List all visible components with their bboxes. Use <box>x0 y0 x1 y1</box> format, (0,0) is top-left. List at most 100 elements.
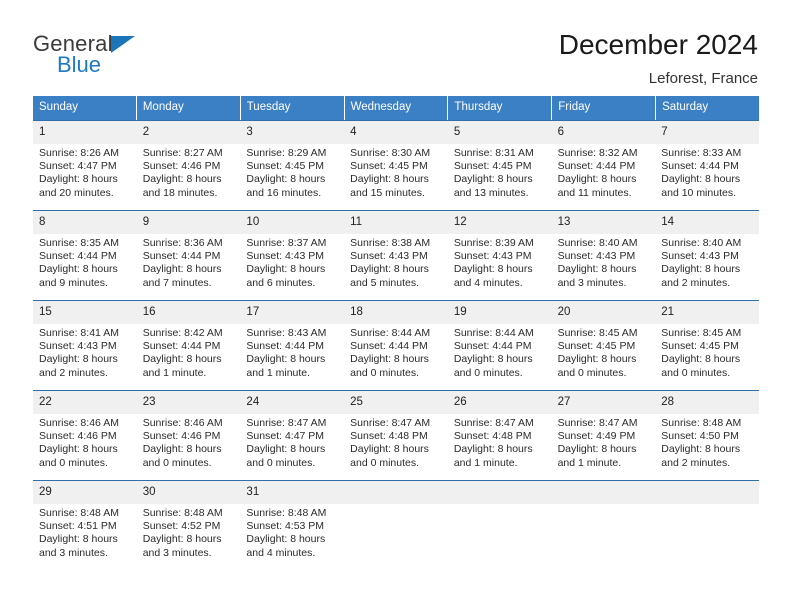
week-row: 29 30 31 Sunrise: 8:48 AM Sunset: 4:51 P… <box>33 480 759 570</box>
day-cell[interactable]: Sunrise: 8:42 AM Sunset: 4:44 PM Dayligh… <box>137 324 241 390</box>
day-cell[interactable]: Sunrise: 8:35 AM Sunset: 4:44 PM Dayligh… <box>33 234 137 300</box>
day-cell[interactable]: Sunrise: 8:45 AM Sunset: 4:45 PM Dayligh… <box>552 324 656 390</box>
day-cell[interactable]: Sunrise: 8:37 AM Sunset: 4:43 PM Dayligh… <box>240 234 344 300</box>
day-number[interactable]: 9 <box>137 211 241 234</box>
day-cell[interactable]: Sunrise: 8:47 AM Sunset: 4:49 PM Dayligh… <box>552 414 656 480</box>
brand-logo[interactable]: General Blue <box>33 28 153 88</box>
day-cell[interactable]: Sunrise: 8:48 AM Sunset: 4:53 PM Dayligh… <box>240 504 344 570</box>
sunset-text: Sunset: 4:45 PM <box>661 340 739 353</box>
day-number[interactable]: 27 <box>552 391 656 414</box>
day-number[interactable]: 23 <box>137 391 241 414</box>
day-cell[interactable]: Sunrise: 8:39 AM Sunset: 4:43 PM Dayligh… <box>448 234 552 300</box>
sunset-text: Sunset: 4:45 PM <box>453 160 532 173</box>
sunset-text: Sunset: 4:46 PM <box>142 160 221 173</box>
daylight-text: Daylight: 8 hours <box>39 173 118 186</box>
day-number[interactable]: 12 <box>448 211 552 234</box>
day-number[interactable]: 26 <box>448 391 552 414</box>
triangle-icon <box>111 36 135 53</box>
daylight-text: Daylight: 8 hours <box>557 173 637 186</box>
day-number-empty <box>344 481 448 504</box>
day-cell[interactable]: Sunrise: 8:36 AM Sunset: 4:44 PM Dayligh… <box>137 234 241 300</box>
daylight-text: Daylight: 8 hours <box>557 443 637 456</box>
day-cell[interactable]: Sunrise: 8:43 AM Sunset: 4:44 PM Dayligh… <box>240 324 344 390</box>
day-number[interactable]: 3 <box>240 121 344 144</box>
day-number[interactable]: 15 <box>33 301 137 324</box>
day-cell[interactable]: Sunrise: 8:40 AM Sunset: 4:43 PM Dayligh… <box>552 234 656 300</box>
day-number[interactable]: 2 <box>137 121 241 144</box>
day-cell[interactable]: Sunrise: 8:48 AM Sunset: 4:50 PM Dayligh… <box>655 414 759 480</box>
day-number[interactable]: 13 <box>552 211 656 234</box>
day-cell[interactable]: Sunrise: 8:41 AM Sunset: 4:43 PM Dayligh… <box>33 324 137 390</box>
day-number[interactable]: 11 <box>344 211 448 234</box>
daylight-text: Daylight: 8 hours <box>39 443 118 456</box>
day-cell[interactable]: Sunrise: 8:48 AM Sunset: 4:51 PM Dayligh… <box>33 504 137 570</box>
sunrise-text: Sunrise: 8:37 AM <box>246 237 327 249</box>
day-number[interactable]: 1 <box>33 121 137 144</box>
day-number[interactable]: 10 <box>240 211 344 234</box>
daylight-text: Daylight: 8 hours <box>142 263 222 276</box>
day-cell[interactable]: Sunrise: 8:31 AM Sunset: 4:45 PM Dayligh… <box>448 144 552 210</box>
sunrise-text: Sunrise: 8:38 AM <box>350 237 431 249</box>
day-number[interactable]: 16 <box>137 301 241 324</box>
day-cell[interactable]: Sunrise: 8:30 AM Sunset: 4:45 PM Dayligh… <box>344 144 448 210</box>
day-cell[interactable]: Sunrise: 8:46 AM Sunset: 4:46 PM Dayligh… <box>137 414 241 480</box>
location-subtitle: Leforest, France <box>648 70 758 87</box>
day-number[interactable]: 25 <box>344 391 448 414</box>
day-cell[interactable]: Sunrise: 8:33 AM Sunset: 4:44 PM Dayligh… <box>655 144 759 210</box>
weekday-header-row: Sunday Monday Tuesday Wednesday Thursday… <box>33 96 759 120</box>
week-detail-band: Sunrise: 8:26 AM Sunset: 4:47 PM Dayligh… <box>33 144 759 210</box>
day-number[interactable]: 7 <box>655 121 759 144</box>
sunrise-text: Sunrise: 8:45 AM <box>661 327 742 339</box>
daylight-text: Daylight: 8 hours <box>142 443 222 456</box>
day-cell[interactable]: Sunrise: 8:27 AM Sunset: 4:46 PM Dayligh… <box>137 144 241 210</box>
day-number[interactable]: 29 <box>33 481 137 504</box>
week-row: 1 2 3 4 5 6 7 Sunrise: 8:26 AM Sunset: 4… <box>33 120 759 210</box>
day-cell[interactable]: Sunrise: 8:45 AM Sunset: 4:45 PM Dayligh… <box>655 324 759 390</box>
day-number[interactable]: 21 <box>655 301 759 324</box>
daylight-text-cont: and 20 minutes. <box>39 186 114 199</box>
daylight-text: Daylight: 8 hours <box>350 173 429 186</box>
day-number[interactable]: 18 <box>344 301 448 324</box>
day-number[interactable]: 22 <box>33 391 137 414</box>
daylight-text: Daylight: 8 hours <box>453 173 533 186</box>
day-cell[interactable]: Sunrise: 8:44 AM Sunset: 4:44 PM Dayligh… <box>448 324 552 390</box>
day-cell[interactable]: Sunrise: 8:47 AM Sunset: 4:48 PM Dayligh… <box>448 414 552 480</box>
daylight-text-cont: and 0 minutes. <box>246 456 316 469</box>
daylight-text: Daylight: 8 hours <box>453 443 533 456</box>
day-number[interactable]: 28 <box>655 391 759 414</box>
day-cell[interactable]: Sunrise: 8:47 AM Sunset: 4:47 PM Dayligh… <box>240 414 344 480</box>
day-number[interactable]: 14 <box>655 211 759 234</box>
calendar-grid: Sunday Monday Tuesday Wednesday Thursday… <box>33 96 759 570</box>
day-number[interactable]: 24 <box>240 391 344 414</box>
day-cell[interactable]: Sunrise: 8:46 AM Sunset: 4:46 PM Dayligh… <box>33 414 137 480</box>
day-cell[interactable]: Sunrise: 8:40 AM Sunset: 4:43 PM Dayligh… <box>655 234 759 300</box>
daylight-text: Daylight: 8 hours <box>661 263 741 276</box>
day-number[interactable]: 17 <box>240 301 344 324</box>
day-cell[interactable]: Sunrise: 8:47 AM Sunset: 4:48 PM Dayligh… <box>344 414 448 480</box>
day-cell[interactable]: Sunrise: 8:29 AM Sunset: 4:45 PM Dayligh… <box>240 144 344 210</box>
daylight-text: Daylight: 8 hours <box>557 353 637 366</box>
day-number-empty <box>448 481 552 504</box>
day-number[interactable]: 30 <box>137 481 241 504</box>
daylight-text-cont: and 4 minutes. <box>246 546 316 559</box>
sunrise-text: Sunrise: 8:48 AM <box>142 507 223 519</box>
daylight-text-cont: and 18 minutes. <box>142 186 218 199</box>
day-number[interactable]: 19 <box>448 301 552 324</box>
daylight-text-cont: and 0 minutes. <box>350 366 420 379</box>
day-cell[interactable]: Sunrise: 8:48 AM Sunset: 4:52 PM Dayligh… <box>137 504 241 570</box>
day-number[interactable]: 8 <box>33 211 137 234</box>
day-number[interactable]: 31 <box>240 481 344 504</box>
daylight-text-cont: and 1 minute. <box>142 366 207 379</box>
day-number[interactable]: 4 <box>344 121 448 144</box>
day-number[interactable]: 5 <box>448 121 552 144</box>
sunset-text: Sunset: 4:44 PM <box>142 250 221 263</box>
day-number[interactable]: 6 <box>552 121 656 144</box>
day-cell[interactable]: Sunrise: 8:44 AM Sunset: 4:44 PM Dayligh… <box>344 324 448 390</box>
sunset-text: Sunset: 4:47 PM <box>39 160 117 173</box>
day-cell[interactable]: Sunrise: 8:26 AM Sunset: 4:47 PM Dayligh… <box>33 144 137 210</box>
day-cell[interactable]: Sunrise: 8:32 AM Sunset: 4:44 PM Dayligh… <box>552 144 656 210</box>
day-number[interactable]: 20 <box>552 301 656 324</box>
sunrise-text: Sunrise: 8:48 AM <box>246 507 327 519</box>
day-cell[interactable]: Sunrise: 8:38 AM Sunset: 4:43 PM Dayligh… <box>344 234 448 300</box>
sunrise-text: Sunrise: 8:47 AM <box>557 417 638 429</box>
